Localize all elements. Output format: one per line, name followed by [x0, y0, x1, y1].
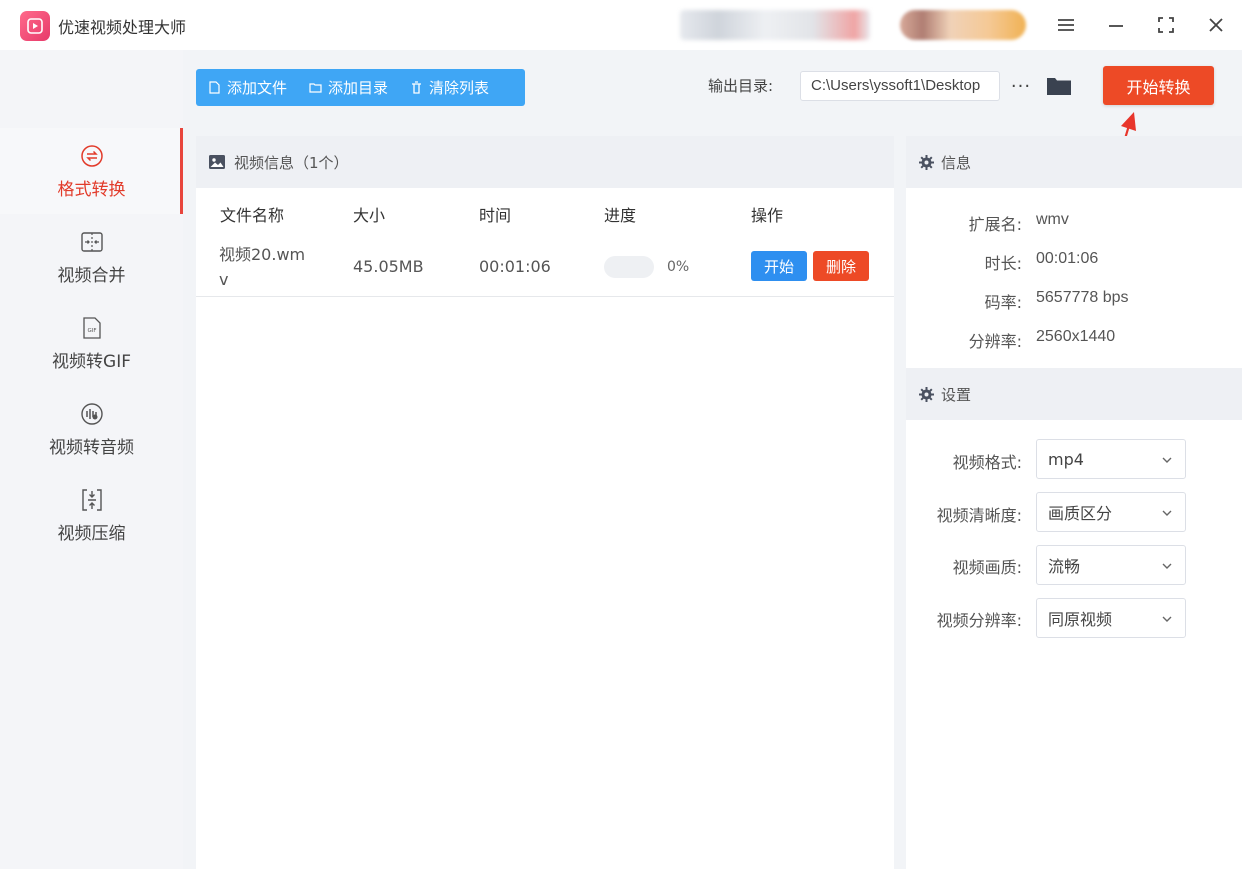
clear-list-button[interactable]: 清除列表	[388, 69, 489, 106]
file-name-cell: 视频20.wm v	[219, 242, 305, 292]
chevron-down-icon	[1162, 457, 1172, 463]
info-resolution-value: 2560x1440	[1036, 328, 1116, 345]
minimize-icon[interactable]	[1101, 10, 1131, 40]
more-options-button[interactable]: ···	[1010, 72, 1032, 100]
chevron-down-icon	[1162, 510, 1172, 516]
gear-icon	[919, 154, 934, 170]
add-file-label: 添加文件	[227, 79, 288, 97]
info-bitrate-label: 码率:	[984, 293, 1022, 312]
video-format-value: mp4	[1048, 449, 1084, 469]
sidebar-item-video-to-audio[interactable]: 视频转音频	[0, 386, 183, 472]
blurred-user-badge[interactable]	[900, 10, 1026, 40]
sidebar: 格式转换 视频合并 GIF 视频转GIF 视频转音频 视频压缩	[0, 50, 183, 869]
video-quality-label: 视频画质:	[952, 558, 1022, 577]
video-quality-select[interactable]: 流畅	[1036, 545, 1186, 585]
video-resolution-value: 同原视频	[1048, 610, 1113, 629]
menu-icon[interactable]	[1051, 10, 1081, 40]
video-format-select[interactable]: mp4	[1036, 439, 1186, 479]
file-icon	[209, 81, 220, 94]
folder-icon	[309, 83, 322, 93]
row-divider	[196, 296, 894, 297]
column-header-actions: 操作	[751, 206, 784, 225]
delete-button[interactable]: 删除	[813, 251, 869, 281]
sidebar-item-label: 视频合并	[57, 265, 126, 286]
image-icon	[209, 155, 225, 169]
add-directory-button[interactable]: 添加目录	[287, 69, 388, 106]
gif-icon: GIF	[79, 315, 105, 341]
column-header-time: 时间	[479, 206, 512, 225]
info-extension-label: 扩展名:	[968, 215, 1022, 234]
sidebar-item-label: 视频压缩	[57, 523, 126, 544]
output-directory-input[interactable]: C:\Users\yssoft1\Desktop	[800, 71, 1000, 101]
trash-icon	[412, 81, 422, 94]
start-convert-button[interactable]: 开始转换	[1103, 66, 1214, 105]
video-clarity-value: 画质区分	[1048, 504, 1113, 523]
output-directory-label: 输出目录:	[708, 77, 774, 95]
app-logo-icon	[20, 11, 50, 41]
info-resolution-label: 分辨率:	[968, 332, 1022, 351]
settings-header: 设置	[906, 368, 1242, 420]
file-name-line1: 视频20.wm	[219, 245, 306, 264]
video-quality-value: 流畅	[1048, 557, 1081, 576]
convert-icon	[79, 143, 105, 169]
start-button[interactable]: 开始	[751, 251, 807, 281]
svg-text:GIF: GIF	[87, 328, 96, 334]
open-folder-icon[interactable]	[1046, 74, 1072, 98]
file-list-header: 视频信息（1个）	[196, 136, 894, 188]
audio-icon	[79, 401, 105, 427]
chevron-down-icon	[1162, 563, 1172, 569]
clear-list-label: 清除列表	[429, 79, 490, 97]
file-size-cell: 45.05MB	[353, 257, 424, 276]
gear-icon	[919, 386, 934, 402]
video-clarity-label: 视频清晰度:	[936, 506, 1022, 525]
maximize-icon[interactable]	[1151, 10, 1181, 40]
sidebar-item-label: 格式转换	[57, 179, 126, 200]
sidebar-item-label: 视频转GIF	[52, 351, 131, 372]
video-resolution-select[interactable]: 同原视频	[1036, 598, 1186, 638]
chevron-down-icon	[1162, 616, 1172, 622]
file-list-panel: 视频信息（1个） 文件名称 大小 时间 进度 操作 视频20.wm v 45.0…	[196, 136, 894, 869]
sidebar-item-video-merge[interactable]: 视频合并	[0, 214, 183, 300]
video-format-label: 视频格式:	[952, 453, 1022, 472]
sidebar-item-label: 视频转音频	[49, 437, 134, 458]
file-time-cell: 00:01:06	[479, 257, 551, 276]
sidebar-item-video-compress[interactable]: 视频压缩	[0, 472, 183, 558]
merge-icon	[79, 229, 105, 255]
info-title: 信息	[941, 153, 972, 172]
file-actions-toolbar: 添加文件 添加目录 清除列表	[196, 69, 525, 106]
app-title: 优速视频处理大师	[58, 18, 187, 37]
settings-title: 设置	[941, 385, 972, 404]
video-clarity-select[interactable]: 画质区分	[1036, 492, 1186, 532]
title-bar: 优速视频处理大师	[0, 0, 1242, 50]
info-duration-label: 时长:	[984, 254, 1022, 273]
progress-bar	[604, 256, 654, 278]
details-panel: 信息 扩展名: wmv 时长: 00:01:06 码率: 5657778 bps…	[906, 136, 1242, 869]
sidebar-item-format-convert[interactable]: 格式转换	[0, 128, 183, 214]
sidebar-item-video-to-gif[interactable]: GIF 视频转GIF	[0, 300, 183, 386]
info-extension-value: wmv	[1036, 211, 1069, 228]
info-header: 信息	[906, 136, 1242, 188]
compress-icon	[79, 487, 105, 513]
file-name-line2: v	[219, 270, 229, 289]
video-resolution-label: 视频分辨率:	[936, 611, 1022, 630]
blurred-account-area	[680, 10, 870, 40]
column-header-progress: 进度	[604, 206, 637, 225]
close-icon[interactable]	[1201, 10, 1231, 40]
progress-text: 0%	[667, 259, 690, 275]
file-list-title: 视频信息（1个）	[234, 153, 349, 172]
info-bitrate-value: 5657778 bps	[1036, 289, 1129, 306]
add-file-button[interactable]: 添加文件	[196, 69, 287, 106]
column-header-size: 大小	[353, 206, 386, 225]
info-duration-value: 00:01:06	[1036, 250, 1099, 267]
column-header-name: 文件名称	[220, 206, 285, 225]
add-directory-label: 添加目录	[328, 79, 389, 97]
